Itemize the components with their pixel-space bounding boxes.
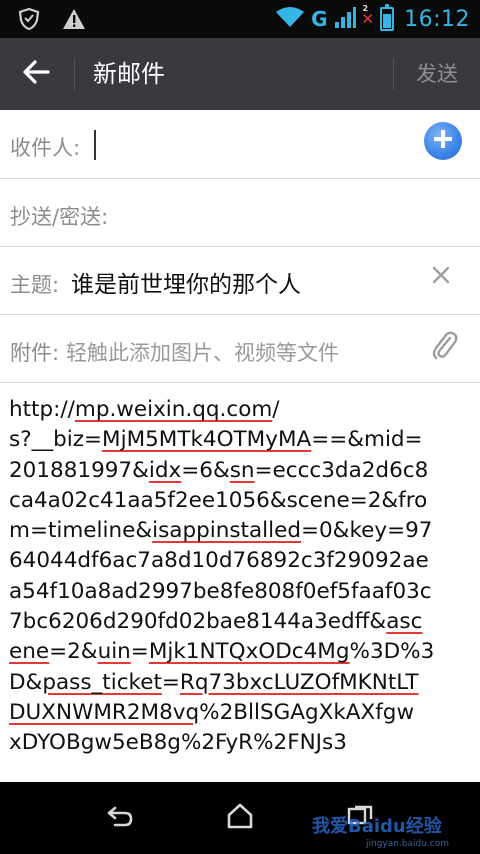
attachment-field[interactable]: 附件: 轻触此添加图片、视频等文件	[0, 315, 480, 383]
misspelled-word: idx	[148, 457, 182, 483]
body-text-segment: http://	[9, 397, 75, 422]
body-line: D&pass_ticket=Rq73bxcLUZOfMKNtLT	[9, 668, 474, 698]
body-text-segment: 7bc6206d290fd02bae8144a3edff&	[9, 609, 387, 635]
baidu-watermark: 我爱Baidu经验 jingyan.baidu.com	[290, 790, 480, 850]
cc-bcc-label: 抄送/密送:	[10, 205, 109, 229]
back-arrow-icon	[22, 60, 50, 88]
body-line: s?__biz=MjM5MTk4OTMyMA==&mid=	[9, 425, 474, 455]
text-cursor	[94, 130, 96, 160]
misspelled-word: ene	[9, 639, 50, 665]
body-text-segment: %3D%3	[349, 639, 435, 665]
cc-bcc-field[interactable]: 抄送/密送:	[0, 179, 480, 247]
network-type: G	[311, 7, 328, 31]
body-line: ene=2&uin=Mjk1NTQxODc4Mg%3D%3	[9, 637, 474, 667]
body-text-segment: m=timeline&	[9, 518, 153, 544]
body-text-segment: s?__biz=	[9, 427, 103, 453]
attachment-label: 附件:	[10, 341, 60, 365]
body-line: ca4a02c41aa5f2ee1056&scene=2&fro	[9, 486, 474, 516]
battery-icon	[380, 4, 395, 31]
back-nav-button[interactable]	[100, 800, 140, 836]
misspelled-word: uin	[97, 639, 131, 665]
warning-icon	[62, 8, 86, 34]
body-line: 64044df6ac7a8d10d76892c3f29092ae	[9, 546, 474, 576]
plus-icon	[432, 128, 454, 154]
subject-value[interactable]: 谁是前世埋你的那个人	[71, 265, 301, 299]
no-signal-icon: 2 ✕	[361, 4, 375, 28]
misspelled-word: MjM5MTk4OTMyMA	[102, 427, 312, 453]
attachment-placeholder: 轻触此添加图片、视频等文件	[66, 341, 339, 365]
misspelled-word: Mjk1NTQxODc4Mg	[148, 639, 350, 665]
misspelled-word: isappinstalled	[152, 518, 301, 544]
to-label: 收件人:	[10, 136, 81, 160]
body-text-segment: a54f10a8ad2997be8fe808f0ef5faaf03c	[9, 578, 432, 604]
body-text-segment: %2BllSGAgXkAXfgw	[199, 699, 415, 725]
message-body[interactable]: http://mp.weixin.qq.com/s?__biz=MjM5MTk4…	[9, 395, 474, 759]
page-title: 新邮件	[93, 60, 165, 88]
subject-label: 主题:	[10, 273, 60, 297]
misspelled-word: sn	[229, 457, 255, 483]
divider	[74, 58, 75, 90]
body-line: http://mp.weixin.qq.com/	[9, 395, 474, 425]
misspelled-word: pass_ticket	[42, 669, 162, 695]
body-text-segment: 201881997&	[9, 457, 149, 483]
body-line: xDYOBgw5eB8g%2FyR%2FNJs3	[9, 728, 474, 758]
body-text-segment: 64044df6ac7a8d10d76892c3f29092ae	[9, 548, 429, 574]
misspelled-word: DUXNWMR2M8vq	[9, 699, 200, 725]
home-nav-button[interactable]	[220, 800, 260, 836]
body-line: m=timeline&isappinstalled=0&key=97	[9, 516, 474, 546]
home-icon	[226, 803, 254, 833]
signal-icon	[334, 5, 356, 33]
misspelled-word: mp.weixin.qq.com	[74, 397, 273, 422]
body-text-segment: ==&mid=	[311, 427, 423, 453]
body-line: a54f10a8ad2997be8fe808f0ef5faaf03c	[9, 577, 474, 607]
action-bar: 新邮件 发送	[0, 38, 480, 110]
add-recipient-button[interactable]	[424, 122, 462, 160]
send-button[interactable]: 发送	[394, 38, 480, 110]
shield-icon	[18, 7, 40, 35]
body-text-segment: =eccc3da2d6c8	[254, 457, 429, 483]
battery-level	[383, 14, 392, 28]
body-line: DUXNWMR2M8vq%2BllSGAgXkAXfgw	[9, 698, 474, 728]
body-text-segment: =0&key=97	[300, 518, 433, 544]
body-text-segment: /	[272, 397, 280, 422]
wifi-icon	[275, 6, 305, 32]
body-line: 7bc6206d290fd02bae8144a3edff&asc	[9, 607, 474, 637]
body-text-segment: =	[130, 639, 149, 665]
body-text-segment: xDYOBgw5eB8g%2FyR%2FNJs3	[9, 730, 347, 756]
body-line: 201881997&idx=6&sn=eccc3da2d6c8	[9, 456, 474, 486]
body-text-segment: =6&	[181, 457, 230, 483]
sim-badge: 2	[362, 4, 369, 13]
watermark-url: jingyan.baidu.com	[366, 839, 450, 849]
status-bar: G 2 ✕ 16:12	[0, 0, 480, 38]
to-field[interactable]: 收件人:	[0, 110, 480, 179]
body-text-segment: =	[161, 669, 180, 695]
paperclip-icon	[431, 330, 459, 366]
clock: 16:12	[404, 6, 470, 32]
watermark-text: 我爱Baidu经验	[312, 816, 442, 837]
navigation-bar: 我爱Baidu经验 jingyan.baidu.com	[0, 782, 480, 854]
clear-subject-button[interactable]	[426, 262, 456, 292]
body-text-segment: D&	[9, 669, 43, 695]
back-icon	[105, 804, 135, 832]
body-text-segment: ca4a02c41aa5f2ee1056&scene=2&fro	[9, 487, 428, 513]
misspelled-word: asc	[386, 609, 423, 635]
body-text-segment: =2&	[49, 639, 98, 665]
back-button[interactable]	[0, 38, 72, 110]
close-icon	[432, 266, 450, 288]
attach-button[interactable]	[428, 330, 462, 366]
subject-field[interactable]: 主题: 谁是前世埋你的那个人	[0, 247, 480, 315]
misspelled-word: Rq73bxcLUZOfMKNtLT	[179, 669, 419, 695]
